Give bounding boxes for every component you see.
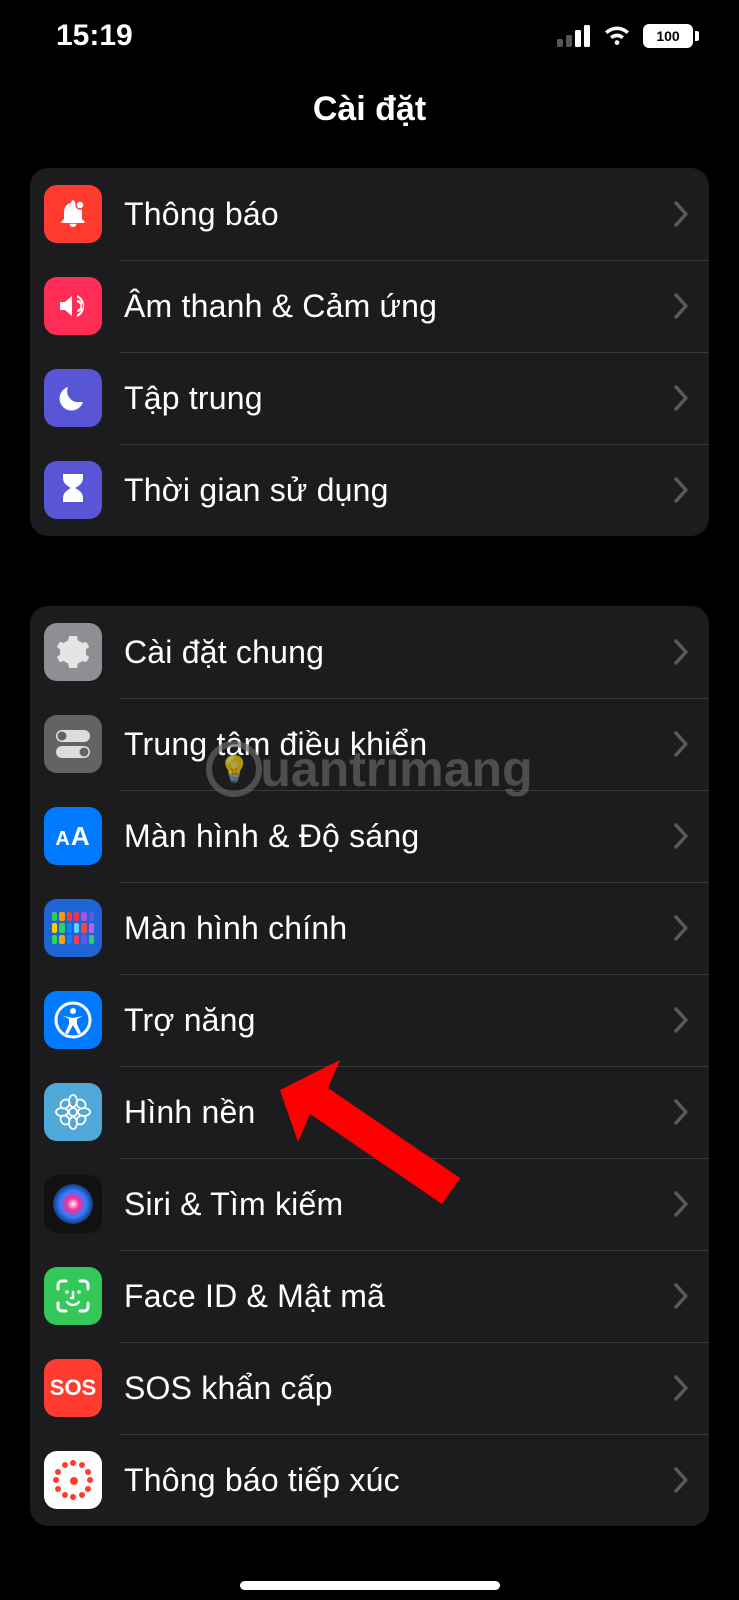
page-title: Cài đặt <box>0 90 739 129</box>
row-label: Màn hình & Độ sáng <box>124 818 673 855</box>
clock: 15:19 <box>56 19 133 53</box>
settings-row-exposure[interactable]: Thông báo tiếp xúc <box>30 1434 709 1526</box>
chevron-right-icon <box>673 1283 689 1309</box>
row-label: Thông báo <box>124 196 673 233</box>
chevron-right-icon <box>673 1099 689 1125</box>
hourglass-icon <box>44 461 102 519</box>
exposure-icon <box>44 1451 102 1509</box>
home-indicator <box>240 1581 500 1590</box>
bell-icon <box>44 185 102 243</box>
chevron-right-icon <box>673 293 689 319</box>
settings-row-gear[interactable]: Cài đặt chung <box>30 606 709 698</box>
text-size-icon: AA <box>44 807 102 865</box>
flower-icon <box>44 1083 102 1141</box>
settings-row-home-grid[interactable]: Màn hình chính <box>30 882 709 974</box>
moon-icon <box>44 369 102 427</box>
row-label: Thông báo tiếp xúc <box>124 1462 673 1499</box>
battery-level: 100 <box>656 28 679 44</box>
chevron-right-icon <box>673 385 689 411</box>
chevron-right-icon <box>673 1467 689 1493</box>
wifi-icon <box>601 25 633 47</box>
row-label: Cài đặt chung <box>124 634 673 671</box>
settings-row-bell[interactable]: Thông báo <box>30 168 709 260</box>
status-right: 100 <box>557 24 699 48</box>
sos-icon: SOS <box>44 1359 102 1417</box>
settings-row-sos[interactable]: SOS SOS khẩn cấp <box>30 1342 709 1434</box>
settings-row-accessibility[interactable]: Trợ năng <box>30 974 709 1066</box>
chevron-right-icon <box>673 1007 689 1033</box>
switches-icon <box>44 715 102 773</box>
row-label: Siri & Tìm kiếm <box>124 1186 673 1223</box>
chevron-right-icon <box>673 477 689 503</box>
chevron-right-icon <box>673 915 689 941</box>
chevron-right-icon <box>673 731 689 757</box>
row-label: Face ID & Mật mã <box>124 1278 673 1315</box>
settings-row-flower[interactable]: Hình nền <box>30 1066 709 1158</box>
settings-row-text-size[interactable]: AA Màn hình & Độ sáng <box>30 790 709 882</box>
row-label: Trợ năng <box>124 1002 673 1039</box>
row-label: Tập trung <box>124 380 673 417</box>
settings-row-siri[interactable]: Siri & Tìm kiếm <box>30 1158 709 1250</box>
home-grid-icon <box>44 899 102 957</box>
cellular-icon <box>557 25 591 47</box>
battery-indicator: 100 <box>643 24 699 48</box>
settings-scroll[interactable]: Thông báo Âm thanh & Cảm ứng Tập trung Thời… <box>0 168 739 1600</box>
row-label: Âm thanh & Cảm ứng <box>124 288 673 325</box>
row-label: SOS khẩn cấp <box>124 1370 673 1407</box>
faceid-icon <box>44 1267 102 1325</box>
settings-row-speaker[interactable]: Âm thanh & Cảm ứng <box>30 260 709 352</box>
speaker-icon <box>44 277 102 335</box>
settings-group-1: Thông báo Âm thanh & Cảm ứng Tập trung Thời… <box>30 168 709 536</box>
chevron-right-icon <box>673 201 689 227</box>
settings-row-faceid[interactable]: Face ID & Mật mã <box>30 1250 709 1342</box>
gear-icon <box>44 623 102 681</box>
row-label: Màn hình chính <box>124 910 673 947</box>
row-label: Trung tâm điều khiển <box>124 726 673 763</box>
chevron-right-icon <box>673 639 689 665</box>
row-label: Hình nền <box>124 1094 673 1131</box>
settings-row-moon[interactable]: Tập trung <box>30 352 709 444</box>
settings-row-hourglass[interactable]: Thời gian sử dụng <box>30 444 709 536</box>
row-label: Thời gian sử dụng <box>124 472 673 509</box>
status-bar: 15:19 100 <box>0 0 739 72</box>
chevron-right-icon <box>673 1375 689 1401</box>
siri-icon <box>44 1175 102 1233</box>
settings-row-switches[interactable]: Trung tâm điều khiển <box>30 698 709 790</box>
settings-group-2: Cài đặt chung Trung tâm điều khiển AA Màn h… <box>30 606 709 1526</box>
chevron-right-icon <box>673 823 689 849</box>
accessibility-icon <box>44 991 102 1049</box>
chevron-right-icon <box>673 1191 689 1217</box>
